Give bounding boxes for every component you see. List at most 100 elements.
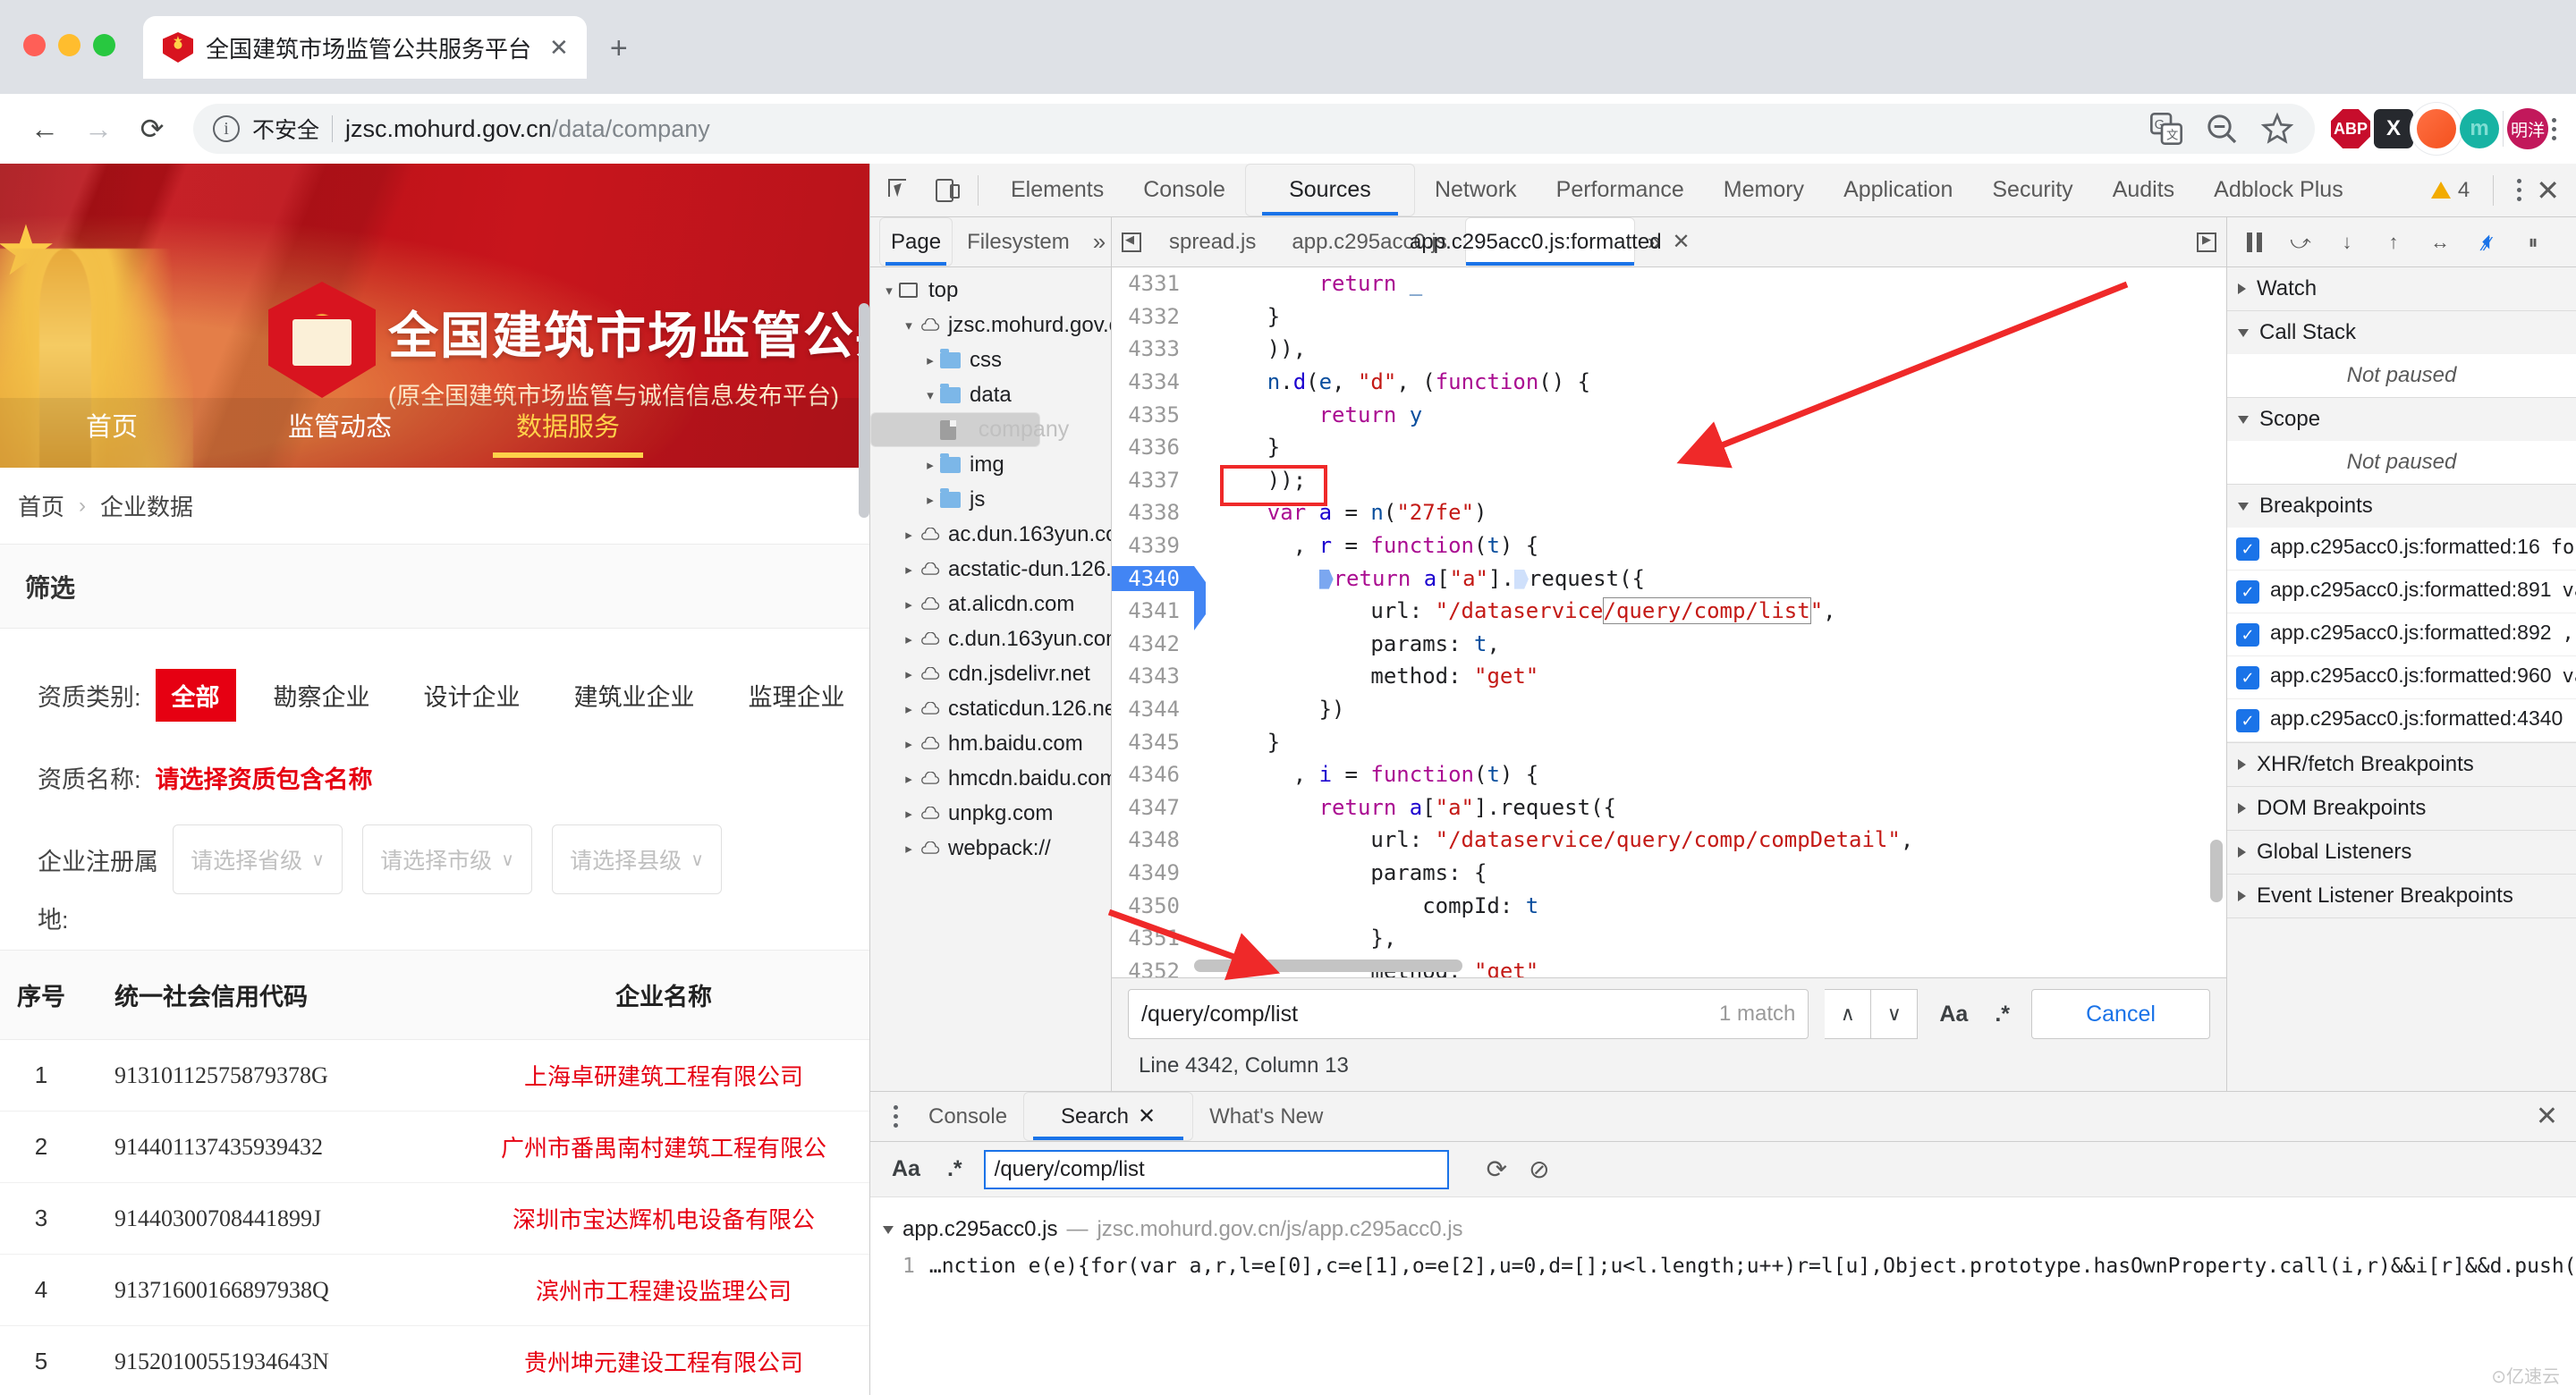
scroll-tabs-left-icon[interactable]	[1112, 232, 1151, 252]
tree-node-unpkg[interactable]: ▸unpkg.com	[870, 796, 1111, 831]
chevron-right-icon[interactable]: ▸	[899, 806, 919, 822]
code-line[interactable]: 4345 }	[1112, 725, 2226, 758]
window-maximize-button[interactable]	[93, 34, 115, 56]
breakpoint-item[interactable]: ✓app.c295acc0.js:formatted:892, n = o.a.…	[2227, 613, 2576, 656]
tab-sources[interactable]: Sources	[1245, 164, 1415, 216]
code-line[interactable]: 4332 }	[1112, 300, 2226, 334]
code-line[interactable]: 4337 ));	[1112, 464, 2226, 497]
cell-company-name[interactable]: 贵州坤元建设工程有限公司	[458, 1326, 869, 1395]
code-line[interactable]: 4349 params: {	[1112, 857, 2226, 890]
site-nav-item-data-service[interactable]: 数据服务	[456, 406, 680, 460]
window-minimize-button[interactable]	[58, 34, 80, 56]
category-chip-construction[interactable]: 建筑业企业	[558, 669, 711, 722]
breakpoint-item[interactable]: ✓app.c295acc0.js:formatted:16for (var t,…	[2227, 528, 2576, 571]
table-row[interactable]: 391440300708441899J深圳市宝达辉机电设备有限公	[0, 1183, 869, 1255]
breakpoint-checkbox[interactable]: ✓	[2236, 580, 2259, 604]
code-line[interactable]: 4342 params: t,	[1112, 628, 2226, 661]
browser-tab[interactable]: ★ 全国建筑市场监管公共服务平台 ✕	[143, 16, 587, 79]
tree-node-cdn-jsdelivr[interactable]: ▸cdn.jsdelivr.net	[870, 656, 1111, 691]
tab-application[interactable]: Application	[1824, 164, 1972, 216]
tab-audits[interactable]: Audits	[2093, 164, 2194, 216]
section-header-call-stack[interactable]: Call Stack	[2227, 311, 2576, 354]
chevron-right-icon[interactable]: ▸	[899, 771, 919, 787]
find-prev-button[interactable]: ∧	[1825, 989, 1871, 1039]
code-line[interactable]: 4333 )),	[1112, 333, 2226, 366]
chevron-down-icon[interactable]	[883, 1226, 894, 1234]
site-nav-item-news[interactable]: 监管动态	[224, 406, 456, 460]
devtools-close-icon[interactable]: ✕	[2536, 173, 2560, 207]
code-line-breakpoint[interactable]: 4340 return a["a"].request({	[1112, 562, 2226, 595]
scroll-tabs-right-icon[interactable]	[2187, 232, 2226, 252]
bookmark-star-icon[interactable]	[2259, 111, 2295, 147]
chevron-down-icon[interactable]: ▾	[899, 317, 919, 334]
table-row[interactable]: 191310112575879378G上海卓研建筑工程有限公司	[0, 1040, 869, 1112]
drawer-close-icon[interactable]: ✕	[2536, 1101, 2576, 1132]
tab-elements[interactable]: Elements	[991, 164, 1123, 216]
warning-badge[interactable]: 4	[2431, 178, 2470, 203]
forward-button[interactable]: →	[73, 104, 123, 154]
find-cancel-button[interactable]: Cancel	[2031, 989, 2210, 1039]
find-match-case-toggle[interactable]: Aa	[1934, 1002, 1973, 1027]
translate-icon[interactable]: G文	[2148, 111, 2184, 147]
chevron-right-icon[interactable]: ▸	[899, 527, 919, 543]
breakpoint-item[interactable]: ✓app.c295acc0.js:formatted:4340return a[…	[2227, 699, 2576, 742]
tree-node-js[interactable]: ▸js	[870, 482, 1111, 517]
tree-node-hm-baidu[interactable]: ▸hm.baidu.com	[870, 726, 1111, 761]
new-tab-button[interactable]: +	[610, 31, 628, 79]
chevron-right-icon[interactable]: ▸	[899, 562, 919, 578]
close-icon[interactable]: ✕	[1138, 1103, 1156, 1129]
chevron-right-icon[interactable]: ▸	[899, 701, 919, 717]
chevron-down-icon[interactable]: ▾	[920, 387, 940, 403]
code-line[interactable]: 4335 return y	[1112, 398, 2226, 431]
tree-node-ac-dun[interactable]: ▸ac.dun.163yun.com	[870, 517, 1111, 552]
extension-x-icon[interactable]: X	[2374, 109, 2413, 148]
tab-adblock-plus[interactable]: Adblock Plus	[2194, 164, 2363, 216]
line-number-breakpoint[interactable]: 4340	[1112, 566, 1194, 591]
tree-node-data[interactable]: ▾data	[870, 377, 1111, 412]
section-header-event-listener-breakpoints[interactable]: Event Listener Breakpoints	[2227, 875, 2576, 917]
drawer-tab-console[interactable]: Console	[914, 1092, 1021, 1141]
zoom-out-icon[interactable]	[2204, 111, 2240, 147]
address-bar[interactable]: i 不安全 jzsc.mohurd.gov.cn/data/company G文	[193, 104, 2315, 154]
county-select[interactable]: 请选择县级∨	[552, 824, 722, 894]
reload-button[interactable]: ⟳	[127, 104, 177, 154]
province-select[interactable]: 请选择省级∨	[173, 824, 343, 894]
devtools-kebab-menu-icon[interactable]	[2517, 179, 2521, 201]
chevron-right-icon[interactable]: ▸	[920, 352, 940, 368]
chevron-right-icon[interactable]: ▸	[899, 666, 919, 682]
find-input[interactable]: /query/comp/list 1 match	[1128, 989, 1809, 1039]
search-result-file-header[interactable]: app.c295acc0.js — jzsc.mohurd.gov.cn/js/…	[883, 1217, 2576, 1242]
avatar[interactable]: 明洋	[2507, 108, 2548, 149]
tab-performance[interactable]: Performance	[1537, 164, 1704, 216]
find-next-button[interactable]: ∨	[1871, 989, 1918, 1039]
breakpoint-checkbox[interactable]: ✓	[2236, 709, 2259, 732]
inspect-element-icon[interactable]	[879, 170, 920, 211]
info-circle-icon[interactable]: i	[213, 115, 240, 142]
tree-node-at-alicdn[interactable]: ▸at.alicdn.com	[870, 587, 1111, 621]
code-line[interactable]: 4344 })	[1112, 693, 2226, 726]
tree-node-img[interactable]: ▸img	[870, 447, 1111, 482]
breakpoint-item[interactable]: ✓app.c295acc0.js:formatted:891var e = o.…	[2227, 571, 2576, 613]
step-out-icon[interactable]: ↑	[2372, 221, 2415, 264]
navigator-tab-page[interactable]: Page	[879, 217, 953, 266]
deactivate-breakpoints-icon[interactable]: ⏴⃫	[2465, 221, 2508, 264]
editor-vertical-scrollbar[interactable]	[2210, 840, 2223, 902]
chevron-right-icon[interactable]: ▸	[899, 841, 919, 857]
editor-horizontal-scrollbar[interactable]	[1194, 960, 1462, 972]
tree-node-company[interactable]: company	[870, 412, 1040, 447]
extension-m-icon[interactable]: m	[2460, 109, 2499, 148]
extension-eyedropper-icon[interactable]	[2417, 109, 2456, 148]
section-header-dom-breakpoints[interactable]: DOM Breakpoints	[2227, 787, 2576, 830]
breakpoint-item[interactable]: ✓app.c295acc0.js:formatted:960var e = JS…	[2227, 656, 2576, 699]
section-header-scope[interactable]: Scope	[2227, 398, 2576, 441]
code-editor[interactable]: 4331 return _ 4332 } 4333 )), 4334 n.d(e…	[1112, 267, 2226, 977]
search-result-match[interactable]: 1 …nction e(e){for(var a,r,l=e[0],c=e[1]…	[883, 1242, 2576, 1278]
kebab-menu-icon[interactable]	[2552, 118, 2556, 140]
window-traffic-lights[interactable]	[23, 34, 115, 56]
tab-console[interactable]: Console	[1123, 164, 1245, 216]
tab-memory[interactable]: Memory	[1704, 164, 1824, 216]
drawer-tab-search[interactable]: Search✕	[1023, 1092, 1193, 1141]
code-line[interactable]: 4336 }	[1112, 431, 2226, 464]
drawer-kebab-menu-icon[interactable]	[879, 1105, 912, 1128]
code-line[interactable]: 4334 n.d(e, "d", (function() {	[1112, 366, 2226, 399]
